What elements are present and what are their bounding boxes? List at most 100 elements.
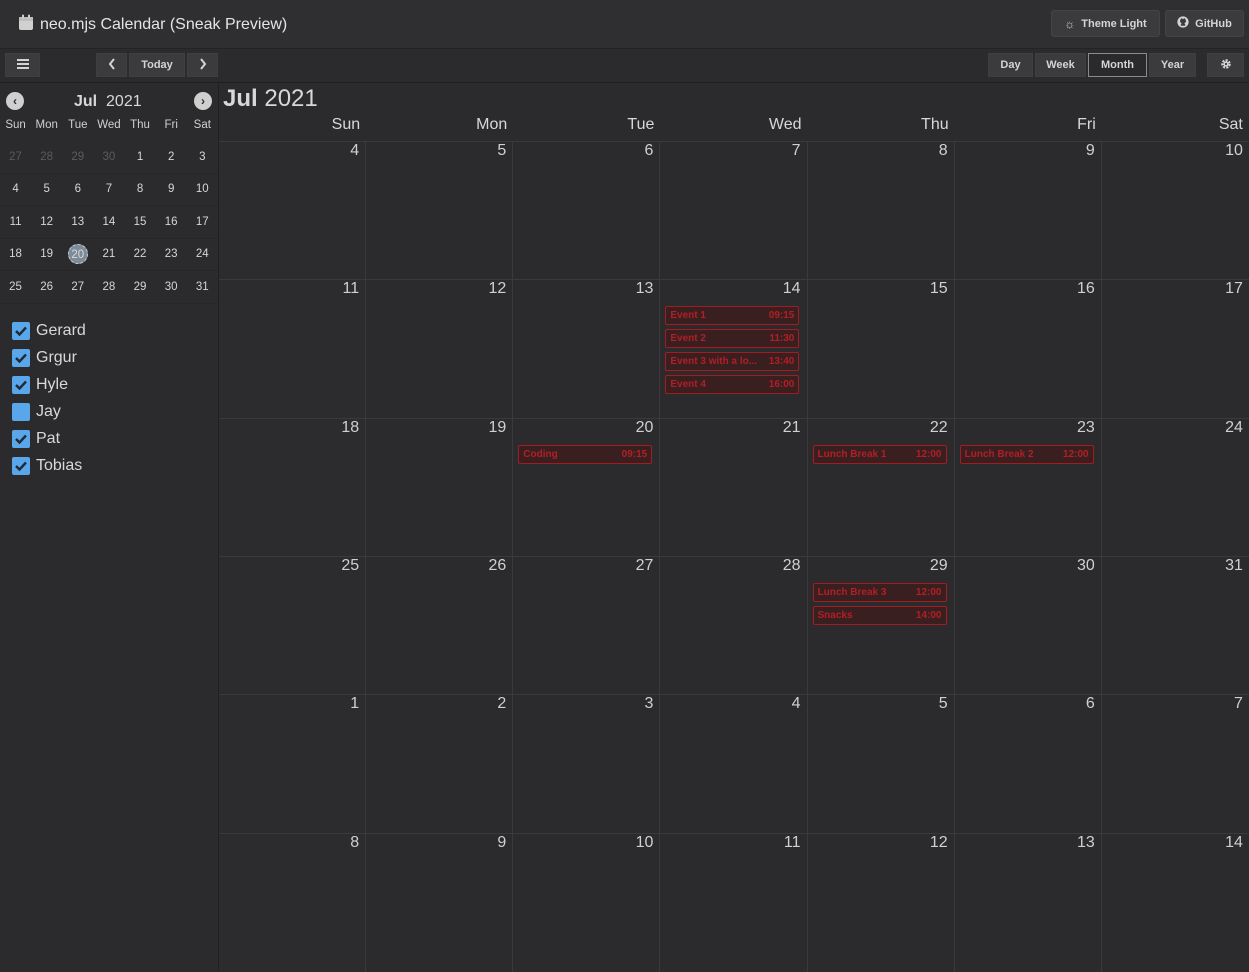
mini-calendar-day[interactable]: 7 <box>93 183 124 195</box>
mini-calendar-day[interactable]: 17 <box>187 216 218 228</box>
mini-calendar-day[interactable]: 30 <box>93 151 124 163</box>
day-cell[interactable]: 13 <box>513 280 661 419</box>
mini-calendar-day[interactable]: 26 <box>31 281 62 293</box>
mini-calendar-day[interactable]: 8 <box>125 183 156 195</box>
mini-calendar-day[interactable]: 29 <box>62 151 93 163</box>
mini-calendar-day[interactable]: 16 <box>156 216 187 228</box>
mini-calendar-day[interactable]: 10 <box>187 183 218 195</box>
event-item[interactable]: Event 4 16:00 <box>665 375 800 395</box>
day-cell[interactable]: 6 <box>954 695 1102 834</box>
day-cell[interactable]: 23 Lunch Break 2 12:00 <box>954 418 1102 557</box>
mini-calendar-day[interactable]: 18 <box>0 248 31 260</box>
mini-calendar-day[interactable]: 14 <box>93 216 124 228</box>
day-cell[interactable]: 5 <box>807 695 955 834</box>
calendar-item-tobias[interactable]: Tobias <box>12 452 86 479</box>
mini-prev-month-button[interactable]: ‹ <box>6 92 24 110</box>
day-cell[interactable]: 7 <box>660 142 808 280</box>
mini-calendar-day[interactable]: 28 <box>93 281 124 293</box>
event-item[interactable]: Event 1 09:15 <box>665 306 800 326</box>
view-day-button[interactable]: Day <box>988 53 1033 77</box>
day-cell[interactable]: 18 <box>219 418 367 557</box>
day-cell[interactable]: 11 <box>219 280 367 419</box>
event-item[interactable]: Event 2 11:30 <box>665 329 800 349</box>
calendar-item-gerard[interactable]: Gerard <box>12 317 86 344</box>
checkbox[interactable] <box>12 348 30 367</box>
checkbox[interactable] <box>12 429 30 448</box>
checkbox[interactable] <box>12 456 30 475</box>
previous-button[interactable] <box>96 53 127 77</box>
mini-calendar-day[interactable]: 9 <box>156 183 187 195</box>
day-cell[interactable]: 1 <box>219 695 367 834</box>
day-cell[interactable]: 22 Lunch Break 1 12:00 <box>807 418 955 557</box>
mini-calendar-day[interactable]: 6 <box>62 183 93 195</box>
mini-calendar-day[interactable]: 13 <box>62 216 93 228</box>
event-item[interactable]: Event 3 with a lo... 13:40 <box>665 352 800 372</box>
mini-calendar-day[interactable]: 27 <box>0 151 31 163</box>
day-cell[interactable]: 12 <box>366 280 514 419</box>
mini-calendar-day[interactable]: 11 <box>0 216 31 228</box>
theme-light-button[interactable]: ☼ Theme Light <box>1051 10 1160 37</box>
today-button[interactable]: Today <box>129 53 185 77</box>
mini-calendar-day[interactable]: 29 <box>125 281 156 293</box>
day-cell[interactable]: 4 <box>660 695 808 834</box>
calendar-item-jay[interactable]: Jay <box>12 398 86 425</box>
mini-calendar-day[interactable]: 23 <box>156 248 187 260</box>
mini-calendar-day[interactable]: 4 <box>0 183 31 195</box>
mini-calendar-day[interactable]: 19 <box>31 248 62 260</box>
calendar-item-hyle[interactable]: Hyle <box>12 371 86 398</box>
day-cell[interactable]: 28 <box>660 556 808 695</box>
view-month-button[interactable]: Month <box>1088 53 1147 77</box>
day-cell[interactable]: 10 <box>1101 142 1249 280</box>
day-cell[interactable]: 24 <box>1101 418 1249 557</box>
mini-calendar-day[interactable]: 27 <box>62 281 93 293</box>
mini-calendar-day[interactable]: 31 <box>187 281 218 293</box>
mini-calendar-day[interactable]: 28 <box>31 151 62 163</box>
day-cell[interactable]: 29 Lunch Break 3 12:00 Snacks 14:00 <box>807 556 955 695</box>
day-cell[interactable]: 8 <box>219 833 367 972</box>
checkbox[interactable] <box>12 321 30 340</box>
mini-calendar-day[interactable]: 25 <box>0 281 31 293</box>
day-cell[interactable]: 16 <box>954 280 1102 419</box>
day-cell[interactable]: 26 <box>366 556 514 695</box>
day-cell[interactable]: 14 <box>1101 833 1249 972</box>
mini-calendar-day[interactable]: 30 <box>156 281 187 293</box>
mini-calendar-day[interactable]: 1 <box>125 151 156 163</box>
settings-button[interactable] <box>1207 53 1244 77</box>
sidebar-toggle-button[interactable] <box>5 53 40 77</box>
day-cell[interactable]: 21 <box>660 418 808 557</box>
mini-calendar-day[interactable]: 15 <box>125 216 156 228</box>
day-cell[interactable]: 19 <box>366 418 514 557</box>
day-cell[interactable]: 6 <box>513 142 661 280</box>
mini-calendar-day[interactable]: 20 <box>62 244 93 265</box>
day-cell[interactable]: 17 <box>1101 280 1249 419</box>
checkbox[interactable] <box>12 402 30 421</box>
day-cell[interactable]: 4 <box>219 142 367 280</box>
view-year-button[interactable]: Year <box>1149 53 1196 77</box>
mini-calendar-day[interactable]: 22 <box>125 248 156 260</box>
event-item[interactable]: Lunch Break 1 12:00 <box>812 444 947 464</box>
day-cell[interactable]: 31 <box>1101 556 1249 695</box>
day-cell[interactable]: 9 <box>954 142 1102 280</box>
day-cell[interactable]: 15 <box>807 280 955 419</box>
view-week-button[interactable]: Week <box>1035 53 1086 77</box>
day-cell[interactable]: 27 <box>513 556 661 695</box>
event-item[interactable]: Lunch Break 2 12:00 <box>959 444 1094 464</box>
day-cell[interactable]: 7 <box>1101 695 1249 834</box>
next-button[interactable] <box>187 53 218 77</box>
event-item[interactable]: Lunch Break 3 12:00 <box>812 582 947 602</box>
calendar-item-grgur[interactable]: Grgur <box>12 344 86 371</box>
day-cell[interactable]: 9 <box>366 833 514 972</box>
day-cell[interactable]: 8 <box>807 142 955 280</box>
mini-calendar-day[interactable]: 21 <box>93 248 124 260</box>
checkbox[interactable] <box>12 375 30 394</box>
day-cell[interactable]: 30 <box>954 556 1102 695</box>
event-item[interactable]: Coding 09:15 <box>518 444 653 464</box>
day-cell[interactable]: 11 <box>660 833 808 972</box>
day-cell[interactable]: 14 Event 1 09:15 Event 2 11:30 Event 3 with a… <box>660 280 808 419</box>
mini-calendar-day[interactable]: 5 <box>31 183 62 195</box>
mini-next-month-button[interactable]: › <box>194 92 212 110</box>
day-cell[interactable]: 12 <box>807 833 955 972</box>
day-cell[interactable]: 3 <box>513 695 661 834</box>
event-item[interactable]: Snacks 14:00 <box>812 605 947 625</box>
mini-calendar-day[interactable]: 3 <box>187 151 218 163</box>
